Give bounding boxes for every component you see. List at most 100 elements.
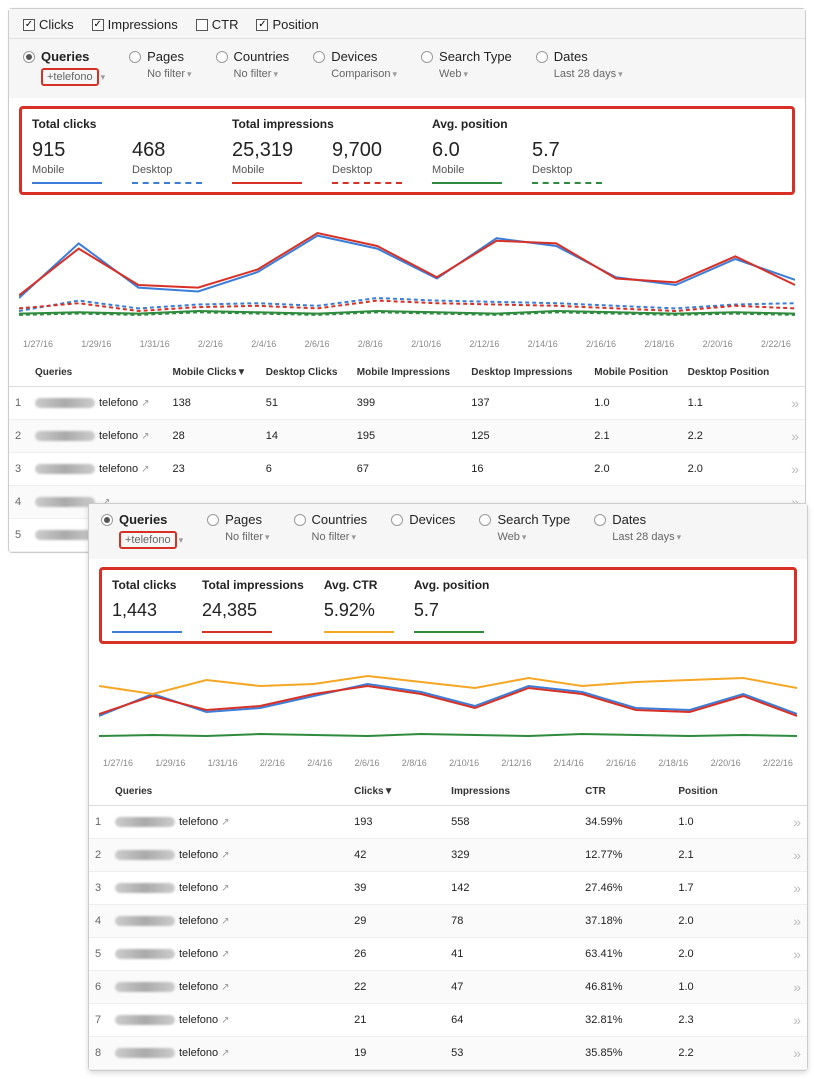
row-index: 2 — [9, 420, 29, 453]
line-indicator — [202, 631, 272, 633]
line-indicator — [132, 182, 202, 184]
filter-countries[interactable]: Countries No filter▾ — [216, 49, 290, 86]
table-row[interactable]: 1 telefono↗ 193 558 34.59% 1.0 » — [89, 806, 807, 839]
table-row[interactable]: 7 telefono↗ 21 64 32.81% 2.3 » — [89, 1004, 807, 1037]
radio-icon — [391, 514, 403, 526]
metric-toggles-row: Clicks Impressions CTR Position — [9, 9, 805, 39]
external-link-icon[interactable]: ↗ — [221, 1048, 229, 1059]
toggle-position[interactable]: Position — [256, 17, 318, 32]
expand-row-button[interactable]: » — [770, 938, 807, 971]
redacted-text — [35, 431, 95, 441]
table-row[interactable]: 2 telefono↗ 28 14 195 125 2.1 2.2 » — [9, 420, 805, 453]
filter-dates[interactable]: Dates Last 28 days▾ — [536, 49, 623, 86]
filter-devices[interactable]: Devices — [391, 512, 455, 549]
col-position[interactable]: Position — [672, 778, 769, 806]
expand-row-button[interactable]: » — [770, 971, 807, 1004]
col-queries[interactable]: Queries — [109, 778, 348, 806]
col-desktop-position[interactable]: Desktop Position — [682, 359, 784, 387]
filter-queries[interactable]: Queries +telefono▾ — [101, 512, 183, 549]
col-desktop-clicks[interactable]: Desktop Clicks — [260, 359, 351, 387]
external-link-icon[interactable]: ↗ — [221, 850, 229, 861]
toggle-ctr[interactable]: CTR — [196, 17, 239, 32]
mobile-clicks-cell: 23 — [167, 453, 260, 486]
redacted-text — [115, 850, 175, 860]
table-row[interactable]: 8 telefono↗ 19 53 35.85% 2.2 » — [89, 1037, 807, 1070]
row-index: 5 — [9, 519, 29, 552]
mobile-clicks-cell: 28 — [167, 420, 260, 453]
expand-row-button[interactable]: » — [770, 1037, 807, 1070]
col-desktop-impressions[interactable]: Desktop Impressions — [465, 359, 588, 387]
summary-position: Avg. position 5.7 — [414, 578, 490, 633]
table-row[interactable]: 6 telefono↗ 22 47 46.81% 1.0 » — [89, 971, 807, 1004]
col-ctr[interactable]: CTR — [579, 778, 672, 806]
x-tick-label: 2/4/16 — [307, 758, 332, 768]
radio-icon — [479, 514, 491, 526]
expand-row-button[interactable]: » — [783, 387, 805, 420]
filter-pages[interactable]: Pages No filter▾ — [207, 512, 269, 549]
table-row[interactable]: 5 telefono↗ 26 41 63.41% 2.0 » — [89, 938, 807, 971]
col-clicks[interactable]: Clicks▼ — [348, 778, 445, 806]
row-index: 7 — [89, 1004, 109, 1037]
chevron-down-icon: ▾ — [265, 532, 270, 542]
toggle-ctr-label: CTR — [212, 17, 239, 32]
table-row[interactable]: 3 telefono↗ 39 142 27.46% 1.7 » — [89, 872, 807, 905]
x-tick-label: 1/29/16 — [81, 339, 111, 349]
external-link-icon[interactable]: ↗ — [221, 817, 229, 828]
external-link-icon[interactable]: ↗ — [221, 883, 229, 894]
x-tick-label: 2/8/16 — [402, 758, 427, 768]
ctr-cell: 34.59% — [579, 806, 672, 839]
external-link-icon[interactable]: ↗ — [141, 431, 149, 442]
chevron-down-icon: ▾ — [522, 532, 527, 542]
col-mobile-clicks[interactable]: Mobile Clicks▼ — [167, 359, 260, 387]
col-mobile-position[interactable]: Mobile Position — [588, 359, 681, 387]
filter-pages[interactable]: Pages No filter▾ — [129, 49, 191, 86]
x-tick-label: 2/6/16 — [304, 339, 329, 349]
impressions-cell: 329 — [445, 839, 579, 872]
col-mobile-impressions[interactable]: Mobile Impressions — [351, 359, 466, 387]
toggle-impressions[interactable]: Impressions — [92, 17, 178, 32]
expand-row-button[interactable]: » — [770, 905, 807, 938]
external-link-icon[interactable]: ↗ — [221, 982, 229, 993]
external-link-icon[interactable]: ↗ — [141, 464, 149, 475]
radio-icon — [536, 51, 548, 63]
filter-search-type[interactable]: Search Type Web▾ — [421, 49, 512, 86]
summary-clicks: Total clicks 915 Mobile 468 Desktop — [32, 117, 202, 184]
col-impressions[interactable]: Impressions — [445, 778, 579, 806]
desktop-clicks-cell: 14 — [260, 420, 351, 453]
line-indicator — [432, 182, 502, 184]
expand-row-button[interactable]: » — [770, 806, 807, 839]
x-tick-label: 2/10/16 — [449, 758, 479, 768]
filter-dates[interactable]: Dates Last 28 days▾ — [594, 512, 681, 549]
external-link-icon[interactable]: ↗ — [221, 1015, 229, 1026]
filter-queries[interactable]: Queries +telefono▾ — [23, 49, 105, 86]
row-index: 1 — [9, 387, 29, 420]
radio-icon — [294, 514, 306, 526]
expand-row-button[interactable]: » — [770, 872, 807, 905]
query-cell: telefono↗ — [29, 420, 167, 453]
clicks-cell: 21 — [348, 1004, 445, 1037]
col-queries[interactable]: Queries — [29, 359, 167, 387]
external-link-icon[interactable]: ↗ — [221, 916, 229, 927]
impressions-cell: 53 — [445, 1037, 579, 1070]
search-analytics-totals-panel: Queries +telefono▾ Pages No filter▾ Coun… — [88, 503, 808, 1071]
redacted-text — [115, 982, 175, 992]
toggle-clicks[interactable]: Clicks — [23, 17, 74, 32]
radio-icon — [129, 51, 141, 63]
filter-search-type[interactable]: Search Type Web▾ — [479, 512, 570, 549]
expand-row-button[interactable]: » — [783, 453, 805, 486]
table-row[interactable]: 4 telefono↗ 29 78 37.18% 2.0 » — [89, 905, 807, 938]
filter-countries[interactable]: Countries No filter▾ — [294, 512, 368, 549]
table-row[interactable]: 3 telefono↗ 23 6 67 16 2.0 2.0 » — [9, 453, 805, 486]
clicks-cell: 29 — [348, 905, 445, 938]
expand-row-button[interactable]: » — [770, 1004, 807, 1037]
trend-chart: 1/27/161/29/161/31/162/2/162/4/162/6/162… — [9, 203, 805, 359]
table-row[interactable]: 1 telefono↗ 138 51 399 137 1.0 1.1 » — [9, 387, 805, 420]
external-link-icon[interactable]: ↗ — [221, 949, 229, 960]
expand-row-button[interactable]: » — [770, 839, 807, 872]
expand-row-button[interactable]: » — [783, 420, 805, 453]
position-cell: 2.3 — [672, 1004, 769, 1037]
external-link-icon[interactable]: ↗ — [141, 398, 149, 409]
table-row[interactable]: 2 telefono↗ 42 329 12.77% 2.1 » — [89, 839, 807, 872]
line-indicator — [414, 631, 484, 633]
filter-devices[interactable]: Devices Comparison▾ — [313, 49, 397, 86]
